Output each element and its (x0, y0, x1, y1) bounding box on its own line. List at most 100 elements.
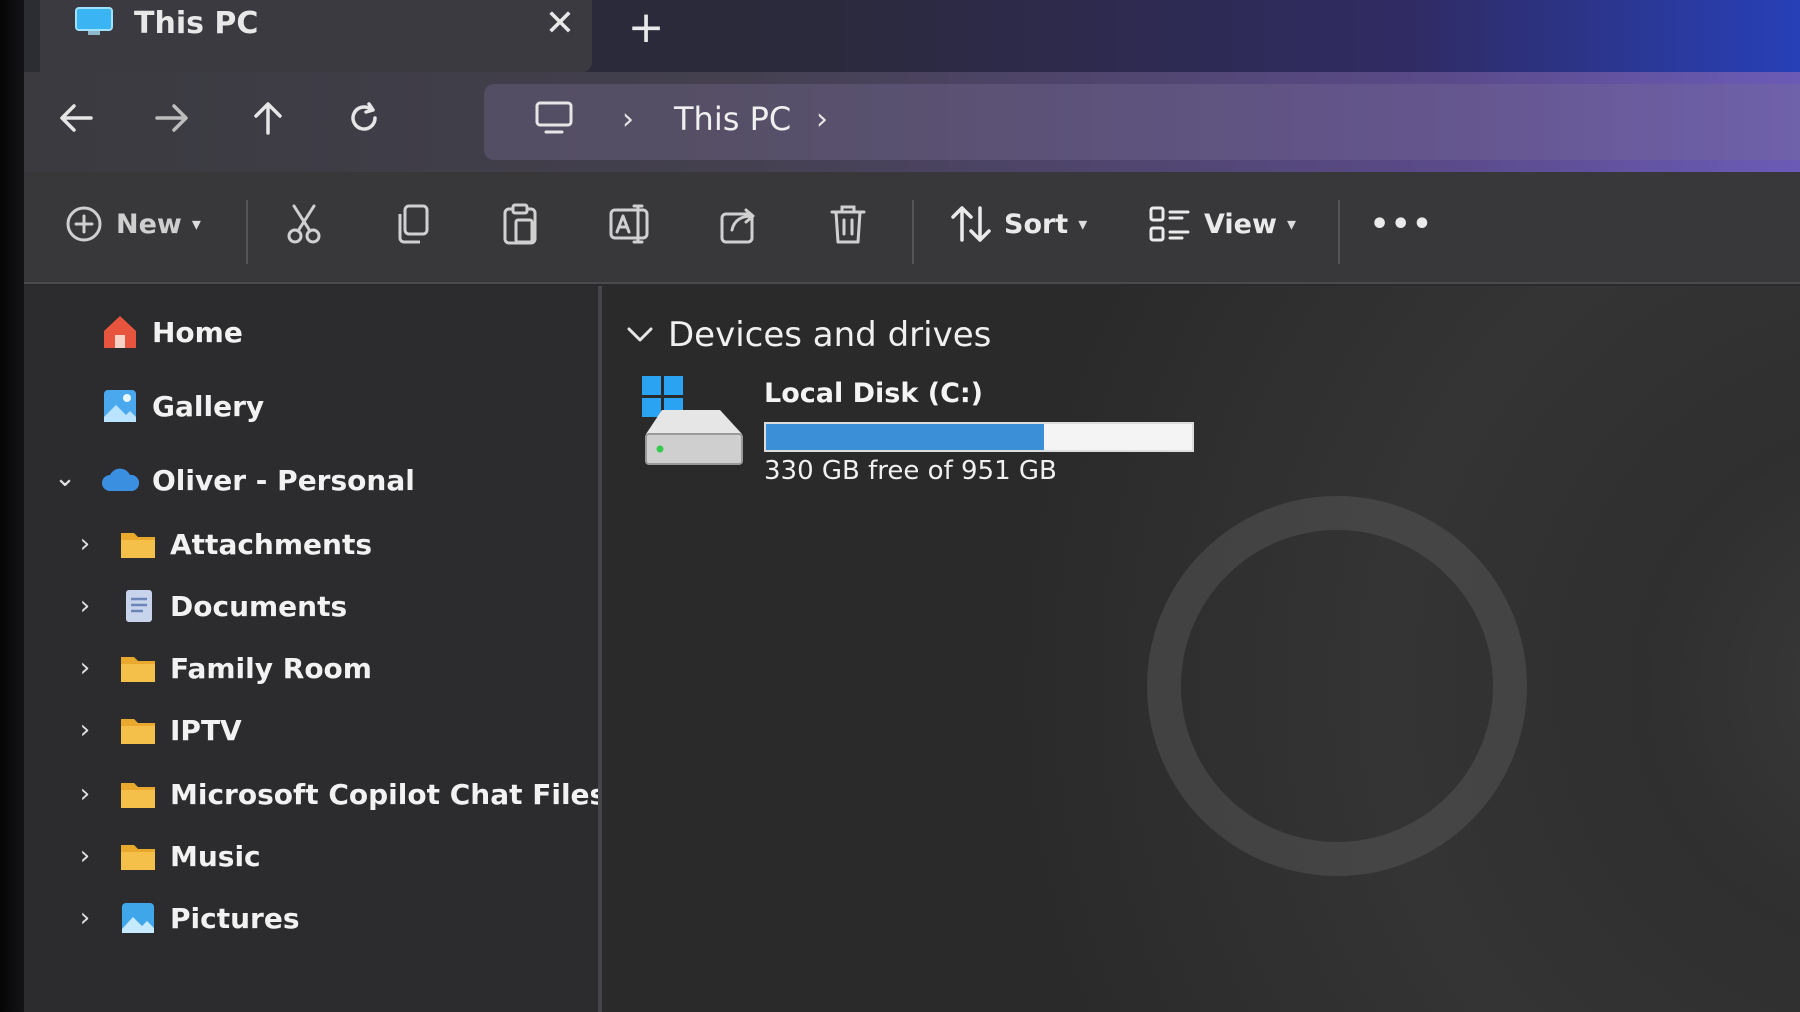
toolbar-divider (912, 200, 914, 264)
trash-icon (830, 205, 866, 244)
expand-chevron-icon[interactable]: › (70, 586, 100, 626)
sidebar-item-label: Attachments (170, 527, 373, 561)
drive-icon (642, 376, 743, 465)
group-title: Devices and drives (668, 315, 992, 355)
sidebar-item-iptv[interactable]: IPTV (118, 702, 242, 758)
sidebar-item-label: IPTV (170, 713, 242, 747)
arrow-up-icon (254, 102, 282, 135)
expand-chevron-icon[interactable]: › (70, 648, 100, 688)
drive-free-space: 330 GB free of 951 GB (764, 456, 1057, 486)
sidebar-item-gallery[interactable]: Gallery (100, 378, 264, 434)
refresh-button[interactable] (336, 90, 392, 146)
drive-usage-fill (766, 424, 1045, 450)
sidebar-item-label: Microsoft Copilot Chat Files (170, 777, 607, 811)
expand-chevron-icon[interactable]: › (70, 774, 100, 814)
breadcrumb-expand-chevron-icon[interactable]: › (816, 102, 828, 137)
sidebar-item-label: Music (170, 839, 261, 873)
breadcrumb-this-pc[interactable]: This PC (674, 100, 791, 138)
sidebar-item-label: Documents (170, 589, 348, 623)
sidebar-item-label: Oliver - Personal (152, 463, 415, 497)
sort-icon (951, 206, 991, 242)
sidebar-item-pictures[interactable]: Pictures (118, 890, 300, 946)
view-label: View (1204, 208, 1277, 240)
plus-circle-icon (66, 206, 102, 242)
sidebar-item-label: Pictures (170, 901, 300, 935)
sidebar-item-attachments[interactable]: Attachments (118, 516, 372, 572)
sidebar-item-music[interactable]: Music (118, 828, 261, 884)
copy-icon (398, 204, 429, 244)
cloud-icon (102, 468, 140, 491)
main-content: Devices and drives Local Disk (C:) 330 G… (602, 286, 1800, 1012)
close-tab-button[interactable]: ✕ (540, 4, 580, 44)
breadcrumb-separator-chevron-icon[interactable]: › (622, 102, 634, 137)
drive-item-local-disk-c[interactable]: Local Disk (C:) 330 GB free of 951 GB (642, 376, 1222, 496)
sort-button[interactable]: Sort ▾ (950, 196, 1087, 252)
new-button[interactable]: New ▾ (64, 196, 201, 252)
pictures-icon (122, 903, 154, 933)
folder-icon (121, 719, 155, 744)
folder-icon (121, 845, 155, 870)
expand-chevron-icon[interactable]: › (70, 524, 100, 564)
home-icon (104, 316, 136, 348)
expand-chevron-icon[interactable]: › (70, 898, 100, 938)
chevron-down-icon: ▾ (1286, 213, 1296, 235)
view-button[interactable]: View ▾ (1148, 196, 1296, 252)
screen-bezel (0, 0, 24, 1012)
clipboard-icon (503, 203, 537, 245)
cut-button[interactable] (284, 196, 324, 252)
drive-name: Local Disk (C:) (764, 378, 984, 409)
gallery-icon (104, 390, 136, 422)
sidebar-item-documents[interactable]: Documents (118, 578, 347, 634)
toolbar-divider (246, 200, 248, 264)
drive-usage-bar (764, 422, 1194, 452)
folder-icon (121, 533, 155, 558)
documents-icon (126, 590, 152, 622)
share-icon (720, 208, 755, 244)
chevron-down-icon: ▾ (1078, 213, 1088, 235)
command-bar: New ▾ Sort ▾ View ▾ ••• (24, 172, 1800, 284)
sidebar-item-copilot-chat-files[interactable]: Microsoft Copilot Chat Files (118, 766, 606, 822)
share-button[interactable] (718, 196, 762, 252)
toolbar-divider (1338, 200, 1340, 264)
forward-button[interactable] (144, 90, 200, 146)
refresh-icon (351, 102, 377, 131)
file-explorer-window: This PC ✕ + › This PC › New ▾ Sort ▾ Vie… (24, 0, 1800, 1012)
copy-button[interactable] (392, 196, 432, 252)
arrow-right-icon (155, 104, 188, 132)
sidebar-item-label: Family Room (170, 651, 372, 685)
navigation-bar: › This PC › (24, 72, 1800, 172)
see-more-button[interactable]: ••• (1370, 196, 1434, 252)
monitor-icon (75, 7, 113, 35)
devices-and-drives-header[interactable]: Devices and drives (626, 310, 991, 360)
sidebar-item-label: Gallery (152, 389, 265, 423)
tab-title: This PC (134, 6, 259, 41)
rename-icon (609, 204, 649, 244)
expand-chevron-icon[interactable]: › (70, 836, 100, 876)
folder-icon (121, 783, 155, 808)
new-label: New (116, 208, 182, 240)
chevron-down-icon: ▾ (191, 213, 201, 235)
tab-bar: This PC ✕ + (24, 0, 1800, 72)
rename-button[interactable] (608, 196, 652, 252)
up-button[interactable] (240, 90, 296, 146)
delete-button[interactable] (828, 196, 868, 252)
chevron-down-icon (627, 327, 653, 342)
address-bar[interactable]: › This PC › (484, 84, 1800, 160)
expand-chevron-icon[interactable]: › (70, 710, 100, 750)
tab-this-pc[interactable]: This PC ✕ (40, 0, 592, 72)
sidebar-item-onedrive-personal[interactable]: Oliver - Personal (100, 452, 415, 508)
paste-button[interactable] (500, 196, 540, 252)
scissors-icon (287, 204, 321, 244)
arrow-left-icon (60, 104, 93, 132)
wallpaper-reflection (1147, 496, 1527, 876)
view-icon (1149, 206, 1190, 242)
back-button[interactable] (48, 90, 104, 146)
sort-label: Sort (1004, 208, 1069, 240)
sidebar-item-home[interactable]: Home (100, 304, 243, 360)
folder-icon (121, 657, 155, 682)
collapse-chevron-icon[interactable]: ⌄ (50, 458, 80, 498)
sidebar-item-label: Home (152, 315, 243, 349)
sidebar-item-family-room[interactable]: Family Room (118, 640, 372, 696)
this-pc-icon (535, 101, 573, 134)
new-tab-button[interactable]: + (624, 6, 668, 50)
